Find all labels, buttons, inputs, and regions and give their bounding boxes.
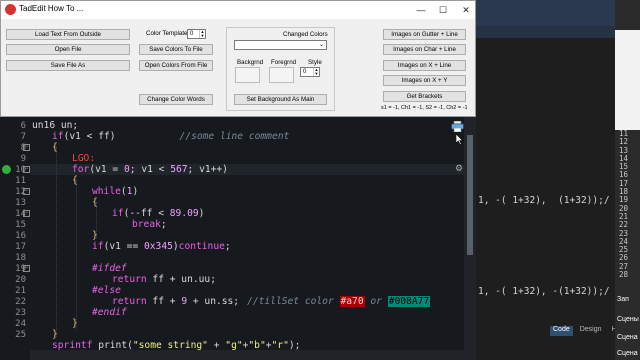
- line-number: 11: [15, 176, 26, 186]
- horizontal-scrollbar[interactable]: [30, 350, 464, 360]
- open-colors-button[interactable]: Open Colors From File: [139, 60, 213, 71]
- code-line-9: LGO:: [72, 153, 96, 164]
- line-number: 16: [15, 231, 26, 241]
- spinner-icon[interactable]: ▲ ▼: [199, 30, 205, 38]
- code-line-20: return ff + un.uu;: [112, 274, 216, 285]
- background-code-area: 1, -( 1+32), (1+32));/ 1, -( 1+32), -(1+…: [470, 38, 615, 360]
- code-editor[interactable]: 6 7 8 9 10 11 12 13 14 15 16 17 18 19 20…: [0, 117, 476, 360]
- style-input[interactable]: 0 ▲ ▼: [300, 67, 320, 77]
- tadedit-howto-dialog: TadEdit How To ... — ☐ ✕ Load Text From …: [0, 0, 476, 117]
- background-color-swatch[interactable]: [235, 67, 260, 83]
- code-line-22: return ff + 9 + un.ss;//tillSet color #a…: [112, 296, 431, 307]
- line-number: 25: [15, 330, 26, 340]
- background-right-label: Зап: [617, 296, 629, 303]
- chevron-down-icon[interactable]: ⌄: [319, 41, 324, 49]
- save-colors-button[interactable]: Save Colors To File: [139, 44, 213, 55]
- code-line-19: #ifdef: [92, 263, 127, 274]
- fold-toggle-icon[interactable]: −: [23, 188, 30, 195]
- code-line-23: #endif: [92, 307, 127, 318]
- images-gutter-button[interactable]: Images on Gutter + Line: [383, 29, 466, 40]
- indent-guide: [56, 147, 57, 337]
- line-number: 18: [15, 253, 26, 263]
- line-number: 24: [15, 319, 26, 329]
- changed-colors-label: Changed Colors: [283, 31, 328, 38]
- open-file-button[interactable]: Open File: [6, 44, 130, 55]
- spinner-icon[interactable]: ▲ ▼: [313, 68, 319, 76]
- get-brackets-button[interactable]: Get Brackets: [383, 91, 466, 102]
- background-right-label: Сцена: [617, 334, 638, 341]
- bookmark-marker-icon[interactable]: [2, 165, 11, 174]
- code-line-21: #else: [92, 285, 121, 296]
- images-x-button[interactable]: Images on X + Line: [383, 60, 466, 71]
- line-number: 7: [20, 132, 26, 142]
- images-char-button[interactable]: Images on Char + Line: [383, 44, 466, 55]
- line-number: 17: [15, 242, 26, 252]
- line-number: 21: [15, 286, 26, 296]
- line-number: 20: [15, 275, 26, 285]
- background-right-line-numbers: 11 12 13 14 15 16 17 18 19 20 21 22 23 2…: [619, 129, 629, 280]
- color-template-input[interactable]: 0 ▲ ▼: [187, 29, 206, 39]
- background-code-line: 1, -( 1+32), -(1+32));/: [478, 286, 610, 297]
- code-line-17: if(v1 == 0x345)continue;: [92, 241, 231, 252]
- scrollbar-thumb[interactable]: [467, 135, 473, 255]
- line-number: 15: [15, 220, 26, 230]
- change-color-words-button[interactable]: Change Color Words: [139, 94, 213, 105]
- changed-colors-combo[interactable]: ⌄: [234, 40, 327, 50]
- code-line-12: while(1): [92, 186, 139, 197]
- editor-gutter[interactable]: 6 7 8 9 10 11 12 13 14 15 16 17 18 19 20…: [0, 117, 30, 360]
- background-code-line: 1, -( 1+32), (1+32));/: [478, 195, 610, 206]
- code-line-10: for(v1 = 0; v1 < 567; v1++): [72, 164, 228, 175]
- tab-code[interactable]: Code: [550, 326, 573, 336]
- indent-guide: [76, 180, 77, 330]
- minimize-icon[interactable]: —: [413, 3, 429, 17]
- code-line-13: {: [92, 197, 98, 208]
- current-line-highlight: [0, 164, 464, 175]
- fold-toggle-icon[interactable]: −: [23, 210, 30, 217]
- set-background-button[interactable]: Set Background As Main: [234, 94, 327, 105]
- fold-toggle-icon[interactable]: −: [23, 265, 30, 272]
- fold-toggle-icon[interactable]: −: [23, 166, 30, 173]
- line-number: 23: [15, 308, 26, 318]
- close-icon[interactable]: ✕: [458, 3, 474, 17]
- background-right-label: Сцена: [617, 350, 638, 357]
- vertical-scrollbar[interactable]: [464, 117, 476, 360]
- color-template-label: Color Template:: [146, 30, 190, 37]
- foregrnd-label: Foregrnd: [271, 59, 297, 66]
- background-right-panel-white: [615, 30, 640, 130]
- code-line-25: }: [52, 329, 58, 340]
- code-line-11: {: [72, 175, 78, 186]
- code-line-8: {: [52, 142, 58, 153]
- background-editor-window: 1, -( 1+32), (1+32));/ 1, -( 1+32), -(1+…: [470, 0, 640, 360]
- line-number: 6: [20, 121, 26, 131]
- color-tag-a70: #a70: [339, 296, 365, 307]
- background-right-label: Сцены: [617, 316, 639, 323]
- color-tag-008a77: #008A77: [387, 296, 431, 307]
- style-label: Style: [308, 59, 322, 66]
- foreground-color-swatch[interactable]: [269, 67, 294, 83]
- line-number: 13: [15, 198, 26, 208]
- save-file-as-button[interactable]: Save File As: [6, 60, 130, 71]
- images-xy-button[interactable]: Images on X + Y: [383, 75, 466, 86]
- bracket-status-text: s1 = -1, Ch1 = -1, S2 = -1, Ch2 = -1: [381, 105, 468, 111]
- mouse-cursor-icon: [456, 134, 464, 145]
- printer-icon[interactable]: [451, 121, 464, 132]
- fold-toggle-icon[interactable]: −: [23, 144, 30, 151]
- dialog-titlebar: TadEdit How To ... — ☐ ✕: [1, 1, 475, 19]
- code-line-15: break;: [132, 219, 167, 230]
- app-icon: [5, 4, 16, 15]
- code-line-6: un16 un;: [32, 120, 79, 131]
- backgrnd-label: Backgrnd: [237, 59, 264, 66]
- code-line-7: if(v1 < ff)//some line comment: [52, 131, 290, 142]
- load-text-button[interactable]: Load Text From Outside: [6, 29, 130, 40]
- code-line-16: }: [92, 230, 98, 241]
- maximize-icon[interactable]: ☐: [435, 3, 451, 17]
- line-number: 22: [15, 297, 26, 307]
- background-view-tabs: Code Design H: [550, 326, 620, 336]
- eye-icon: ⚙: [455, 163, 464, 173]
- window-title: TadEdit How To ...: [19, 4, 84, 13]
- code-line-24: }: [72, 318, 78, 329]
- tab-design[interactable]: Design: [577, 326, 605, 336]
- line-number: 9: [20, 154, 26, 164]
- code-line-14: if(--ff < 89.09): [112, 208, 205, 219]
